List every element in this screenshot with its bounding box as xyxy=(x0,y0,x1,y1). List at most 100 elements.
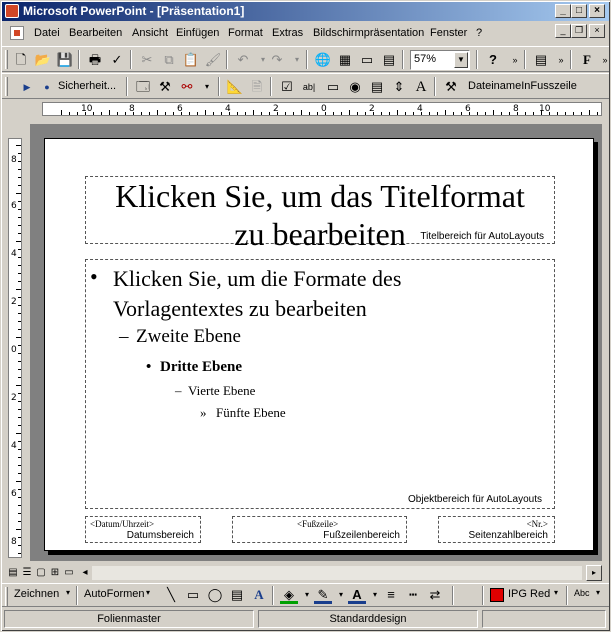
new-document-icon[interactable]: 🗋 xyxy=(12,51,30,69)
minimize-button[interactable]: _ xyxy=(555,4,571,18)
menu-extras[interactable]: Extras xyxy=(272,27,303,39)
horizontal-ruler[interactable]: 10 8 6 4 2 0 2 4 6 8 10 xyxy=(42,102,602,116)
button-control-icon[interactable]: ▭ xyxy=(324,78,342,96)
menu-fenster[interactable]: Fenster xyxy=(430,27,467,39)
dash-style-icon[interactable]: ┅ xyxy=(404,586,422,604)
vertical-ruler[interactable]: 8 6 4 2 0 2 4 6 8 xyxy=(8,138,22,558)
textbox-icon[interactable]: ▤ xyxy=(228,586,246,604)
menu-bearbeiten[interactable]: Bearbeiten xyxy=(69,27,122,39)
menu-einfuegen[interactable]: Einfügen xyxy=(176,27,219,39)
menu-help[interactable]: ? xyxy=(476,27,482,39)
undo-icon[interactable]: ↶ xyxy=(234,51,252,69)
body-level-5[interactable]: Fünfte Ebene xyxy=(216,405,286,421)
redo-icon[interactable]: ↷ xyxy=(268,51,286,69)
save-icon[interactable]: 💾 xyxy=(56,51,74,69)
spelling-icon[interactable]: Abc xyxy=(574,588,590,598)
body-level-4[interactable]: Vierte Ebene xyxy=(188,383,255,399)
insert-chart-icon[interactable]: ▤ xyxy=(380,51,398,69)
security-button[interactable]: Sicherheit... xyxy=(58,80,116,92)
ruler-tick xyxy=(18,489,21,490)
slide-master[interactable]: Klicken Sie, um das Titelformat zu bearb… xyxy=(44,138,594,551)
line-icon[interactable]: ╲ xyxy=(162,586,180,604)
spin-control-icon[interactable]: ⇕ xyxy=(390,78,408,96)
color-swatch[interactable] xyxy=(490,588,504,602)
toolbar-grip[interactable] xyxy=(5,587,8,606)
color-dropdown-icon[interactable]: ▾ xyxy=(554,588,558,597)
option-button-icon[interactable]: ◉ xyxy=(346,78,364,96)
scroll-right-button[interactable]: ▸ xyxy=(586,565,602,581)
fill-color-icon[interactable]: ◈ xyxy=(280,586,298,604)
format-painter-icon[interactable]: 🖌 xyxy=(204,51,222,69)
zoom-dropdown-icon[interactable]: ▼ xyxy=(454,52,468,68)
properties-icon[interactable]: 🗎 xyxy=(248,78,266,96)
help-icon[interactable]: ? xyxy=(484,51,502,69)
link-dropdown-icon[interactable]: ▾ xyxy=(198,78,216,96)
macro-tools-icon[interactable]: ⚒ xyxy=(442,78,460,96)
close-button[interactable]: × xyxy=(589,4,605,18)
task-pane-icon[interactable]: ▤ xyxy=(532,51,550,69)
body-level-2[interactable]: Zweite Ebene xyxy=(136,326,241,348)
doc-minimize-button[interactable]: _ xyxy=(555,24,571,38)
wordart-icon[interactable]: A xyxy=(250,586,268,604)
slide-number-placeholder[interactable]: <Nr.> Seitenzahlbereich xyxy=(438,516,555,543)
horizontal-scrollbar[interactable] xyxy=(92,566,582,580)
autoshapes-dropdown-icon[interactable]: ▾ xyxy=(146,588,150,597)
document-icon[interactable] xyxy=(10,26,24,40)
textbox-control-icon[interactable]: ab| xyxy=(300,78,318,96)
draw-dropdown-icon[interactable]: ▾ xyxy=(66,588,70,597)
redo-dropdown-icon[interactable]: ▾ xyxy=(288,51,306,69)
menu-datei[interactable]: Datei xyxy=(34,27,60,39)
date-placeholder[interactable]: <Datum/Uhrzeit> Datumsbereich xyxy=(85,516,201,543)
arrow-style-icon[interactable]: ⇄ xyxy=(426,586,444,604)
toolbar-options-icon[interactable]: » xyxy=(506,51,524,69)
body-level-3[interactable]: Dritte Ebene xyxy=(160,359,242,376)
title-placeholder[interactable]: Klicken Sie, um das Titelformat zu bearb… xyxy=(85,176,555,252)
powerpoint-app-icon[interactable] xyxy=(5,4,19,18)
record-dot-icon[interactable]: ● xyxy=(38,78,56,96)
tables-borders-icon[interactable]: ▭ xyxy=(358,51,376,69)
insert-table-icon[interactable]: ▦ xyxy=(336,51,354,69)
ruler-tick xyxy=(18,361,21,362)
ellipse-icon[interactable]: ◯ xyxy=(206,586,224,604)
label-control-icon[interactable]: A xyxy=(412,78,430,96)
bold-button[interactable]: F xyxy=(578,51,596,69)
print-icon[interactable]: 🖶 xyxy=(86,51,104,69)
zoom-select[interactable]: 57% ▼ xyxy=(410,50,470,70)
menu-ansicht[interactable]: Ansicht xyxy=(132,27,168,39)
tools-icon[interactable]: ⚒ xyxy=(156,78,174,96)
toolbar-options-icon-4[interactable]: ▾ xyxy=(596,588,600,597)
doc-close-button[interactable]: × xyxy=(589,24,605,38)
menu-bildschirmpraesentation[interactable]: Bildschirmpräsentation xyxy=(313,27,424,39)
checkbox-control-icon[interactable]: ☑ xyxy=(278,78,296,96)
draw-menu-button[interactable]: Zeichnen xyxy=(14,588,59,600)
menu-format[interactable]: Format xyxy=(228,27,263,39)
line-color-icon[interactable]: ✎ xyxy=(314,586,332,604)
color-name-button[interactable]: IPG Red xyxy=(508,588,550,600)
rectangle-icon[interactable]: ▭ xyxy=(184,586,202,604)
design-mode-icon[interactable]: 📐 xyxy=(226,78,244,96)
open-folder-icon[interactable]: 📂 xyxy=(34,51,52,69)
toolbar-grip[interactable] xyxy=(5,50,8,69)
toolbar-options-icon-2[interactable]: » xyxy=(552,51,570,69)
toolbar-grip[interactable] xyxy=(5,77,8,96)
autoshapes-menu-button[interactable]: AutoFormen xyxy=(84,588,145,600)
footer-placeholder[interactable]: <Fußzeile> Fußzeilenbereich xyxy=(232,516,407,543)
line-style-icon[interactable]: ≡ xyxy=(382,586,400,604)
ruler-tick xyxy=(573,112,574,115)
macro-icon[interactable]: 🗔 xyxy=(134,78,152,96)
toolbar-options-icon-3[interactable]: » xyxy=(596,51,611,69)
maximize-button[interactable]: □ xyxy=(571,4,587,18)
doc-restore-button[interactable]: ❐ xyxy=(571,24,587,38)
spellcheck-icon[interactable]: ✓ xyxy=(108,51,126,69)
link-icon[interactable]: ⚯ xyxy=(178,78,196,96)
filename-in-footer-button[interactable]: DateinameInFusszeile xyxy=(468,80,577,92)
listbox-control-icon[interactable]: ▤ xyxy=(368,78,386,96)
play-icon[interactable]: ▶ xyxy=(18,78,36,96)
object-placeholder[interactable]: • Klicken Sie, um die Formate des Vorlag… xyxy=(85,259,555,509)
hyperlink-icon[interactable]: 🌐 xyxy=(314,51,332,69)
body-level-1[interactable]: Klicken Sie, um die Formate des Vorlagen… xyxy=(113,264,401,324)
cut-icon[interactable]: ✂ xyxy=(138,51,156,69)
copy-icon[interactable]: ⧉ xyxy=(160,51,178,69)
font-color-icon[interactable]: A xyxy=(348,586,366,604)
paste-icon[interactable]: 📋 xyxy=(182,51,200,69)
